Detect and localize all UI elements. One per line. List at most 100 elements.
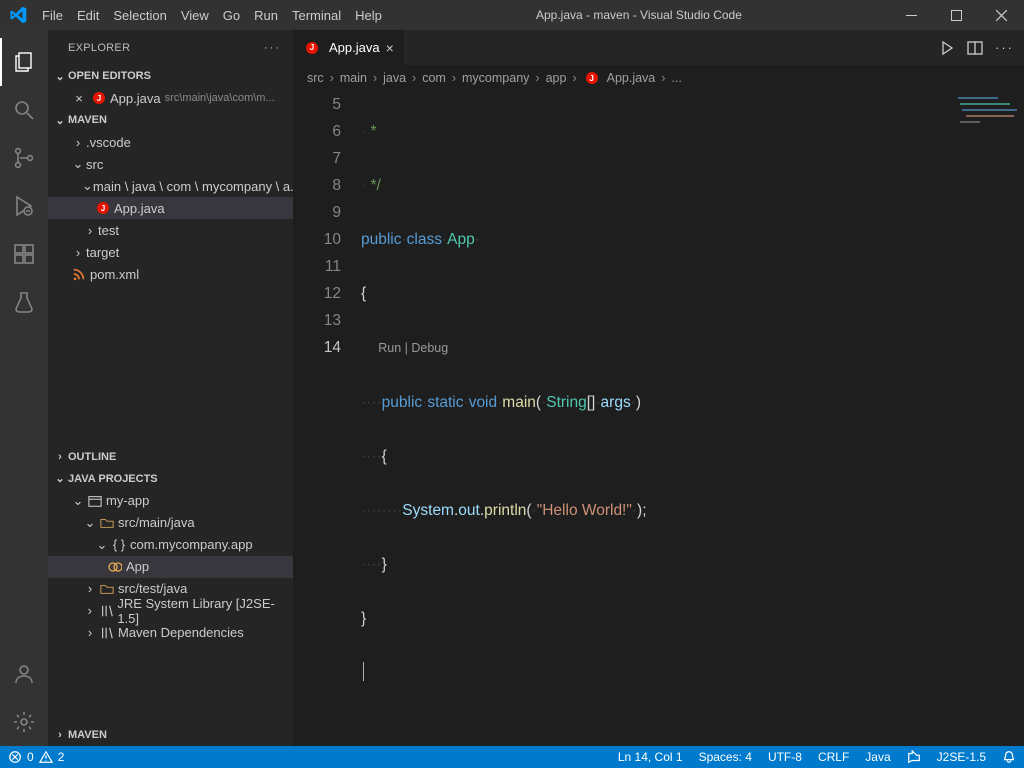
chevron-right-icon: › <box>82 581 98 596</box>
jp-jre[interactable]: › JRE System Library [J2SE-1.5] <box>48 600 293 622</box>
tree-item-src-path[interactable]: ⌄ main \ java \ com \ mycompany \ a... <box>48 175 293 197</box>
status-bell-icon[interactable] <box>994 746 1024 768</box>
split-editor-icon[interactable] <box>967 40 983 56</box>
source-folder-icon <box>98 582 116 596</box>
tree-label: .vscode <box>86 135 131 150</box>
tree-label: com.mycompany.app <box>130 537 253 552</box>
activity-account-icon[interactable] <box>0 650 48 698</box>
tree-label: App.java <box>114 201 165 216</box>
library-icon <box>98 604 116 618</box>
chevron-down-icon: ⌄ <box>70 493 86 509</box>
error-badge-icon: J <box>303 42 321 54</box>
tab-app-java[interactable]: J App.java × <box>293 30 404 65</box>
section-java-projects[interactable]: ⌄ JAVA PROJECTS <box>48 468 293 490</box>
status-feedback-icon[interactable] <box>899 746 929 768</box>
activity-settings-icon[interactable] <box>0 698 48 746</box>
crumb[interactable]: mycompany <box>462 71 529 85</box>
chevron-right-icon: › <box>82 223 98 238</box>
chevron-right-icon: › <box>70 135 86 150</box>
editor-tabs: J App.java × ··· <box>293 30 1024 65</box>
status-encoding[interactable]: UTF-8 <box>760 746 810 768</box>
jp-pkg[interactable]: ⌄ { } com.mycompany.app <box>48 534 293 556</box>
tree-item-target[interactable]: › target <box>48 241 293 263</box>
tree-item-src[interactable]: ⌄ src <box>48 153 293 175</box>
run-icon[interactable] <box>939 40 955 56</box>
jp-class[interactable]: App <box>48 556 293 578</box>
close-tab-icon[interactable]: × <box>386 40 394 56</box>
activity-bar <box>0 30 48 746</box>
crumb[interactable]: app <box>546 71 567 85</box>
tree-label: test <box>98 223 119 238</box>
section-label: MAVEN <box>68 114 107 126</box>
crumb[interactable]: com <box>422 71 446 85</box>
activity-search-icon[interactable] <box>0 86 48 134</box>
tree-item-test[interactable]: › test <box>48 219 293 241</box>
code-content[interactable]: · * · */ public·class·App· { Run | Debug… <box>361 91 1024 746</box>
crumb[interactable]: App.java <box>607 71 656 85</box>
menu-go[interactable]: Go <box>216 0 247 30</box>
tree-item-pom[interactable]: pom.xml <box>48 263 293 285</box>
codelens[interactable]: Run | Debug <box>378 335 448 362</box>
crumb[interactable]: java <box>383 71 406 85</box>
tree-label: pom.xml <box>90 267 139 282</box>
crumb[interactable]: src <box>307 71 324 85</box>
tree-label: JRE System Library [J2SE-1.5] <box>117 596 293 626</box>
chevron-right-icon: › <box>52 451 68 463</box>
window-title: App.java - maven - Visual Studio Code <box>389 8 889 22</box>
sidebar: EXPLORER ··· ⌄ OPEN EDITORS × J App.java… <box>48 30 293 746</box>
menu-terminal[interactable]: Terminal <box>285 0 348 30</box>
chevron-right-icon: › <box>82 603 98 618</box>
menu-help[interactable]: Help <box>348 0 389 30</box>
code-editor[interactable]: 5 6 7 8 9 10 11 12 13 14 · * · */ public… <box>293 91 1024 746</box>
text-cursor <box>363 662 364 681</box>
open-editor-item[interactable]: × J App.java src\main\java\com\m... <box>48 87 293 109</box>
status-eol[interactable]: CRLF <box>810 746 857 768</box>
activity-run-icon[interactable] <box>0 182 48 230</box>
activity-testing-icon[interactable] <box>0 278 48 326</box>
menu-run[interactable]: Run <box>247 0 285 30</box>
tree-label: src/main/java <box>118 515 195 530</box>
error-badge-icon: J <box>583 72 601 84</box>
activity-extensions-icon[interactable] <box>0 230 48 278</box>
section-maven-panel[interactable]: › MAVEN <box>48 724 293 746</box>
tree-label: target <box>86 245 119 260</box>
status-lang[interactable]: Java <box>857 746 898 768</box>
chevron-down-icon: ⌄ <box>94 537 110 553</box>
status-spaces[interactable]: Spaces: 4 <box>691 746 760 768</box>
menu-selection[interactable]: Selection <box>106 0 173 30</box>
more-icon[interactable]: ··· <box>995 40 1014 55</box>
chevron-right-icon: › <box>70 245 86 260</box>
menu-edit[interactable]: Edit <box>70 0 106 30</box>
vscode-logo-icon <box>0 6 35 24</box>
more-icon[interactable]: ··· <box>264 42 281 54</box>
tree-item-vscode[interactable]: › .vscode <box>48 131 293 153</box>
minimize-button[interactable] <box>889 0 934 30</box>
breadcrumb[interactable]: src› main› java› com› mycompany› app› J … <box>293 65 1024 91</box>
menu-file[interactable]: File <box>35 0 70 30</box>
status-jdk[interactable]: J2SE-1.5 <box>929 746 994 768</box>
status-bar: 0 2 Ln 14, Col 1 Spaces: 4 UTF-8 CRLF Ja… <box>0 746 1024 768</box>
close-button[interactable] <box>979 0 1024 30</box>
close-icon[interactable]: × <box>70 91 88 106</box>
tree-item-app-java[interactable]: J App.java <box>48 197 293 219</box>
menu-bar: File Edit Selection View Go Run Terminal… <box>35 0 389 30</box>
section-maven[interactable]: ⌄ MAVEN <box>48 109 293 131</box>
tree-label: main \ java \ com \ mycompany \ a... <box>93 179 293 194</box>
package-icon: { } <box>110 537 128 552</box>
chevron-down-icon: ⌄ <box>82 515 98 531</box>
jp-src-main[interactable]: ⌄ src/main/java <box>48 512 293 534</box>
activity-scm-icon[interactable] <box>0 134 48 182</box>
status-ln-col[interactable]: Ln 14, Col 1 <box>610 746 691 768</box>
crumb[interactable]: ... <box>671 71 681 85</box>
section-outline[interactable]: › OUTLINE <box>48 446 293 468</box>
jp-app[interactable]: ⌄ my-app <box>48 490 293 512</box>
xml-file-icon <box>70 267 88 281</box>
crumb[interactable]: main <box>340 71 367 85</box>
minimap[interactable] <box>954 91 1024 171</box>
maximize-button[interactable] <box>934 0 979 30</box>
line-gutter: 5 6 7 8 9 10 11 12 13 14 <box>293 91 361 746</box>
menu-view[interactable]: View <box>174 0 216 30</box>
status-problems[interactable]: 0 2 <box>0 746 72 768</box>
activity-explorer-icon[interactable] <box>0 38 48 86</box>
section-open-editors[interactable]: ⌄ OPEN EDITORS <box>48 65 293 87</box>
